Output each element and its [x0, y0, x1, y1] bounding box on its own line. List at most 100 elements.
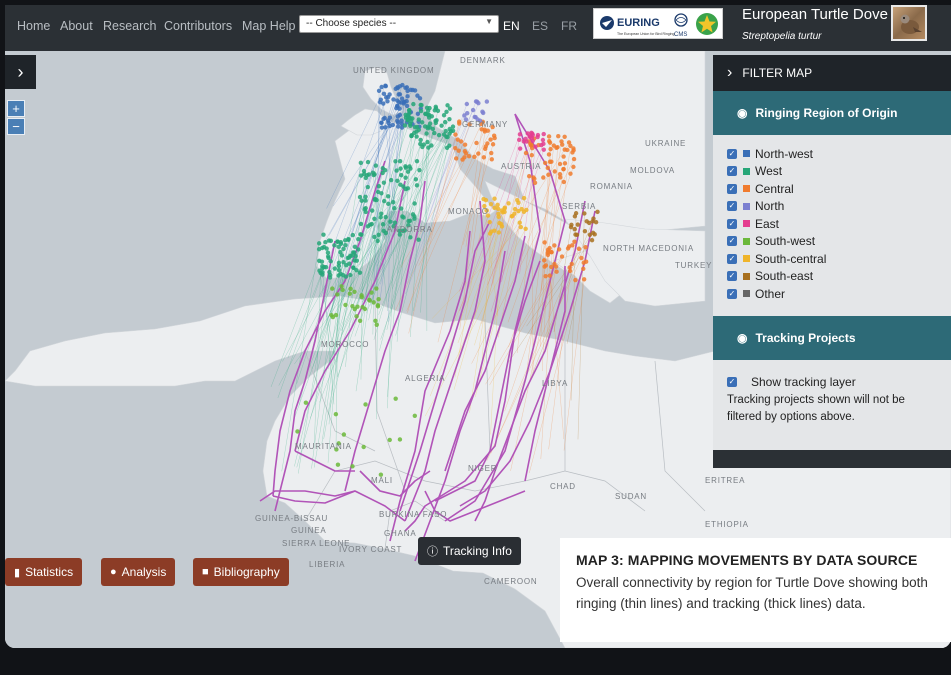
ringing-dot — [523, 226, 528, 231]
tracking-layer-toggle[interactable]: ✓ Show tracking layer — [727, 374, 951, 390]
region-filter-west[interactable]: ✓ West — [727, 163, 951, 181]
nav-about-link[interactable]: About — [60, 19, 93, 33]
ringing-dot — [581, 277, 587, 282]
ringing-dot — [489, 150, 494, 156]
region-filter-other[interactable]: ✓ Other — [727, 285, 951, 303]
check-icon: ✓ — [727, 183, 737, 194]
ringing-dot — [369, 221, 374, 227]
ringing-dot — [410, 212, 416, 217]
ringing-dot — [379, 211, 384, 216]
ringing-dot — [404, 103, 410, 109]
ringing-dot — [363, 198, 368, 203]
ringing-dot — [551, 143, 557, 148]
ringing-dot — [382, 167, 388, 173]
ringing-dot — [383, 214, 388, 220]
ringing-dot — [392, 206, 397, 211]
ringing-dot — [350, 232, 356, 238]
bibliography-button[interactable]: ■ Bibliography — [193, 558, 289, 586]
region-filter-central[interactable]: ✓ Central — [727, 180, 951, 198]
ringing-dot — [399, 100, 404, 105]
ringing-dot — [379, 120, 384, 125]
ringing-dot — [490, 142, 496, 147]
ringing-dot — [517, 220, 522, 225]
map-label-guinea: GUINEA — [291, 526, 326, 535]
region-filter-south-west[interactable]: ✓ South-west — [727, 233, 951, 251]
ringing-dot — [385, 118, 391, 123]
ringing-dot — [355, 304, 360, 309]
sidebar-toggle-button[interactable]: › — [5, 55, 36, 89]
ringing-dot — [414, 124, 420, 130]
tracking-info-button[interactable]: ⓘ Tracking Info — [418, 537, 521, 565]
filter-panel: › FILTER MAP ◉ Ringing Region of Origin … — [713, 55, 951, 468]
region-section-header[interactable]: ◉ Ringing Region of Origin — [713, 91, 951, 135]
ringing-dot — [423, 111, 429, 117]
nav-research-link[interactable]: Research — [103, 19, 157, 33]
partner-logos: EURING The European Union for Bird Ringi… — [593, 8, 723, 39]
map-label-libya: LIBYA — [542, 379, 568, 388]
ringing-dot — [425, 139, 430, 145]
analysis-button[interactable]: ● Analysis — [101, 558, 176, 586]
ringing-dot — [546, 152, 552, 157]
zoom-in-button[interactable]: + — [7, 100, 25, 117]
zoom-out-button[interactable]: − — [7, 118, 25, 135]
ringing-dot — [360, 304, 365, 310]
lang-fr-link[interactable]: FR — [561, 19, 577, 33]
region-filter-south-east[interactable]: ✓ South-east — [727, 268, 951, 286]
check-icon: ✓ — [727, 376, 737, 387]
nav-map-help-link[interactable]: Map Help — [242, 19, 296, 33]
check-icon: ✓ — [727, 271, 737, 282]
map-label-andorra: ANDORRA — [387, 225, 433, 234]
ringing-dot — [483, 197, 489, 203]
globe-icon: ◉ — [737, 330, 748, 345]
region-filter-north[interactable]: ✓ North — [727, 198, 951, 216]
ringing-dot — [352, 289, 357, 294]
tracking-section-header[interactable]: ◉ Tracking Projects — [713, 315, 951, 360]
ringing-dot — [470, 107, 476, 113]
species-select[interactable]: -- Choose species -- ▼ — [299, 15, 499, 33]
ringing-dot — [425, 124, 431, 129]
species-title: European Turtle Dove — [742, 6, 888, 23]
ringing-dot — [557, 172, 563, 177]
check-icon: ✓ — [727, 236, 737, 247]
map-label-algeria: ALGERIA — [405, 374, 445, 383]
region-filter-east[interactable]: ✓ East — [727, 215, 951, 233]
region-filter-north-west[interactable]: ✓ North-west — [727, 145, 951, 163]
region-color-swatch — [743, 290, 750, 298]
ringing-dot — [579, 255, 584, 261]
ringing-dot — [359, 293, 364, 298]
statistics-button[interactable]: ▮ Statistics — [5, 558, 83, 586]
region-checkbox-list: ✓ North-west ✓ West ✓ Central ✓ North ✓ East ✓ Sout… — [713, 135, 951, 303]
map-label-romania: ROMANIA — [590, 182, 633, 191]
ringing-dot — [383, 83, 388, 88]
ringing-dot — [453, 132, 458, 137]
map-label-chad: CHAD — [550, 482, 576, 491]
ringing-dot — [561, 166, 566, 172]
ringing-dot — [414, 158, 420, 164]
ringing-dot — [369, 290, 374, 295]
ringing-dot — [492, 228, 497, 233]
check-icon: ✓ — [727, 148, 737, 159]
lang-en-link[interactable]: EN — [503, 19, 520, 33]
ringing-dot — [388, 219, 393, 224]
ringing-dot — [393, 159, 398, 164]
ringing-dot — [529, 152, 535, 158]
nav-home-link[interactable]: Home — [17, 19, 50, 33]
region-filter-south-central[interactable]: ✓ South-central — [727, 250, 951, 268]
caption-title: MAP 3: MAPPING MOVEMENTS BY DATA SOURCE — [576, 552, 918, 568]
ringing-dot — [401, 215, 406, 220]
ringing-dot — [462, 155, 467, 160]
ringing-dot — [445, 103, 450, 108]
nav-contributors-link[interactable]: Contributors — [164, 19, 232, 33]
map-label-eritrea: ERITREA — [705, 476, 745, 485]
ringing-dot — [571, 146, 576, 151]
species-scientific-name: Streptopelia turtur — [742, 31, 822, 42]
ringing-dot — [454, 156, 459, 161]
ringing-dot — [363, 402, 368, 407]
analysis-label: Analysis — [121, 565, 167, 579]
lang-es-link[interactable]: ES — [532, 19, 548, 33]
ringing-dot — [427, 105, 432, 111]
ringing-dot — [573, 277, 578, 283]
ringing-dot — [398, 206, 404, 211]
filter-map-header[interactable]: › FILTER MAP — [713, 55, 951, 91]
map-label-mauritania: MAURITANIA — [295, 442, 352, 451]
